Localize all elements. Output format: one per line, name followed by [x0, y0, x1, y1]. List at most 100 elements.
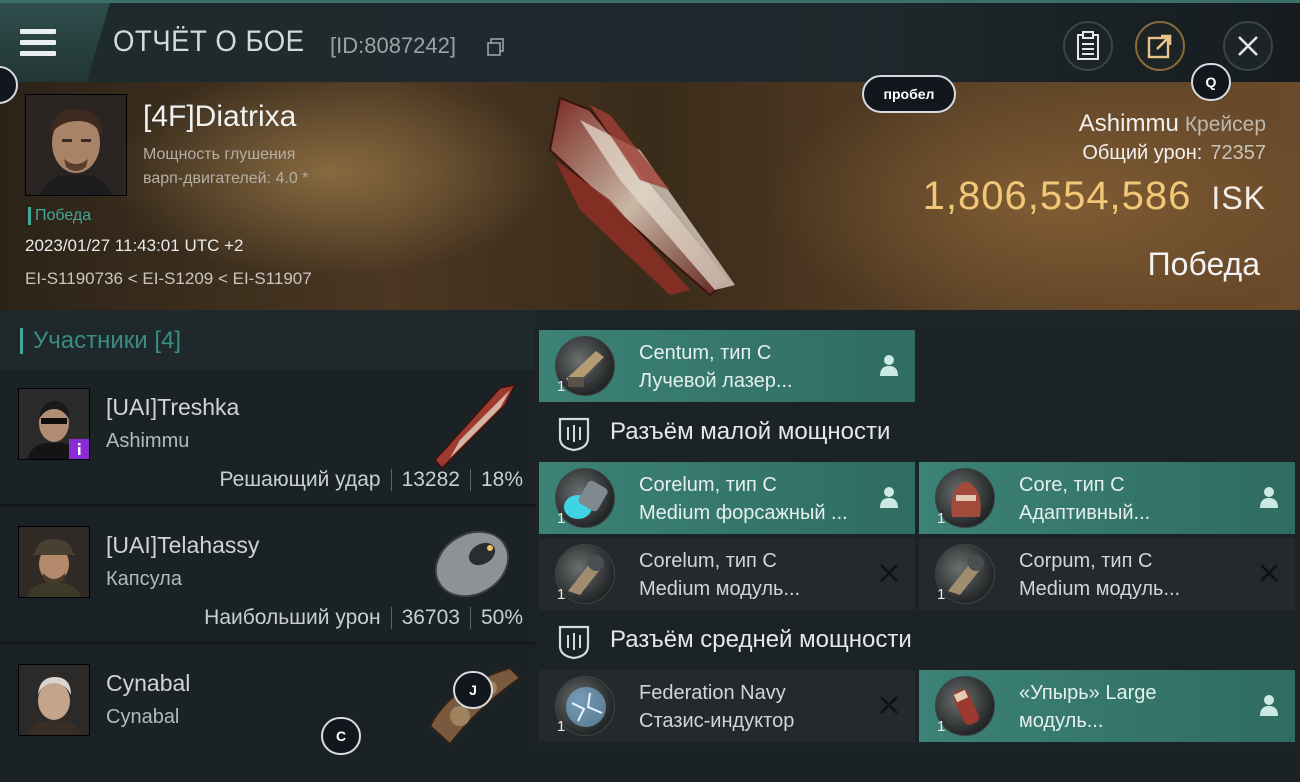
isk-unit: ISK — [1211, 180, 1266, 216]
clipboard-icon — [1077, 31, 1099, 60]
hotkey-space: пробел — [862, 75, 956, 113]
hotkey-j: J — [453, 671, 493, 709]
victory-tag: Победа — [28, 207, 91, 225]
section-label: Разъём средней мощности — [610, 626, 912, 653]
close-button[interactable] — [1223, 21, 1273, 71]
module-slot[interactable]: 1 Corelum, тип C Medium модуль... — [539, 538, 915, 610]
module-type: Адаптивный... — [1019, 502, 1151, 524]
share-icon — [1147, 34, 1172, 59]
participants-title: Участники [4] — [20, 328, 181, 354]
stat-label: Наибольший урон — [204, 606, 381, 629]
divider — [469, 469, 471, 491]
user-icon — [1260, 695, 1278, 716]
clipboard-button[interactable] — [1063, 21, 1113, 71]
participant-row[interactable]: [UAI]Telahassy Капсула Наибольший урон 36… — [0, 508, 535, 644]
module-slot[interactable]: 1 Corelum, тип C Medium форсажный ... — [539, 462, 915, 534]
participant-ship: Капсула — [106, 568, 182, 590]
module-type: Medium форсажный ... — [639, 502, 848, 524]
killer-info-line2: варп-двигателей: 4.0 * — [143, 170, 309, 187]
killer-info-line1: Мощность глушения — [143, 146, 296, 163]
participant-avatar — [18, 526, 90, 598]
damage-percent: 50% — [480, 606, 523, 629]
header-bar: ОТЧЁТ О БОЕ [ID:8087242] — [0, 0, 1300, 85]
killer-portrait[interactable] — [25, 94, 127, 196]
divider — [469, 607, 471, 629]
participant-stats: Решающий удар 13282 18% — [220, 468, 523, 492]
section-label: Разъём малой мощности — [610, 418, 891, 445]
participant-row[interactable]: [UAI]Treshka Ashimmu Решающий удар 13282 1… — [0, 370, 535, 506]
participant-name[interactable]: [UAI]Telahassy — [106, 532, 259, 559]
module-name: Federation Navy — [639, 682, 786, 704]
participant-stats: Наибольший урон 36703 50% — [204, 606, 523, 630]
module-name: Corpum, тип C — [1019, 550, 1153, 572]
module-quantity: 1 — [937, 510, 946, 527]
divider — [390, 469, 392, 491]
section-mid-power: Разъём средней мощности — [535, 614, 1300, 672]
divider — [390, 607, 392, 629]
participants-header: Участники [4] — [0, 310, 535, 370]
damage-percent: 18% — [480, 468, 523, 491]
fitting-panel[interactable]: 1 Centum, тип C Лучевой лазер... Разъём … — [535, 310, 1300, 750]
module-quantity: 1 — [557, 378, 566, 395]
module-type: Medium модуль... — [1019, 578, 1181, 600]
module-name: «Упырь» Large — [1019, 682, 1157, 704]
stat-label: Решающий удар — [219, 468, 381, 491]
participant-row[interactable]: Cynabal Cynabal — [0, 646, 535, 782]
info-badge-icon[interactable] — [69, 439, 89, 459]
module-quantity: 1 — [937, 718, 946, 735]
module-name: Core, тип C — [1019, 474, 1125, 496]
module-quantity: 1 — [557, 510, 566, 527]
page-title: ОТЧЁТ О БОЕ — [113, 25, 305, 58]
module-slot[interactable]: 1 Centum, тип C Лучевой лазер... — [539, 330, 915, 402]
isk-value: 1,806,554,586 ISK — [923, 174, 1266, 219]
copy-icon[interactable] — [487, 38, 505, 56]
module-name: Corelum, тип C — [639, 550, 777, 572]
participant-avatar — [18, 664, 90, 736]
menu-button[interactable] — [0, 3, 110, 85]
participant-name[interactable]: [UAI]Treshka — [106, 394, 239, 421]
user-icon — [1260, 487, 1278, 508]
module-type: Medium модуль... — [639, 578, 801, 600]
victim-ship-render — [548, 96, 735, 297]
ship-icon — [433, 383, 517, 470]
module-slot[interactable]: 1 Core, тип C Адаптивный... — [919, 462, 1295, 534]
share-button[interactable] — [1135, 21, 1185, 71]
victim-ship[interactable]: Ashimmu Крейсер — [1079, 110, 1266, 138]
killer-name[interactable]: [4F]Diatrixa — [143, 100, 296, 134]
total-damage-label: Общий урон: — [1082, 142, 1203, 164]
battle-id: [ID:8087242] — [330, 33, 456, 58]
hotkey-q: Q — [1191, 63, 1231, 101]
participant-name[interactable]: Cynabal — [106, 670, 190, 697]
module-name: Corelum, тип C — [639, 474, 777, 496]
total-damage-value: 72357 — [1210, 142, 1266, 164]
damage-value: 13282 — [401, 468, 460, 491]
timestamp: 2023/01/27 11:43:01 UTC +2 — [25, 236, 244, 255]
module-slot[interactable]: 1 Corpum, тип C Medium модуль... — [919, 538, 1295, 610]
module-quantity: 1 — [557, 586, 566, 603]
isk-amount: 1,806,554,586 — [922, 174, 1192, 218]
close-icon — [880, 564, 898, 582]
result-label: Победа — [1147, 246, 1260, 282]
victim-ship-name: Ashimmu — [1078, 110, 1179, 137]
avatar-image — [19, 527, 89, 597]
cutoff-slot-row — [535, 310, 1300, 328]
module-type: Лучевой лазер... — [639, 370, 793, 392]
slot-shield-icon — [558, 625, 590, 660]
damage-value: 36703 — [401, 606, 460, 629]
module-type: модуль... — [1019, 710, 1104, 732]
module-slot[interactable]: 1 Federation Navy Стазис-индуктор — [539, 670, 915, 742]
location-path[interactable]: EI-S1190736 < EI-S1209 < EI-S11907 — [25, 269, 312, 289]
victim-ship-class: Крейсер — [1184, 113, 1266, 136]
module-type: Стазис-индуктор — [639, 710, 795, 732]
participant-ship: Ashimmu — [106, 430, 190, 452]
menu-icon[interactable] — [20, 29, 56, 56]
section-low-power: Разъём малой мощности — [535, 406, 1300, 464]
hotkey-c: C — [321, 717, 361, 755]
slot-shield-icon — [558, 417, 590, 452]
module-slot[interactable]: 1 «Упырь» Large модуль... — [919, 670, 1295, 742]
close-icon — [880, 696, 898, 714]
module-quantity: 1 — [557, 718, 566, 735]
user-icon — [880, 355, 898, 376]
module-name: Centum, тип C — [639, 342, 772, 364]
avatar-image — [19, 665, 89, 735]
